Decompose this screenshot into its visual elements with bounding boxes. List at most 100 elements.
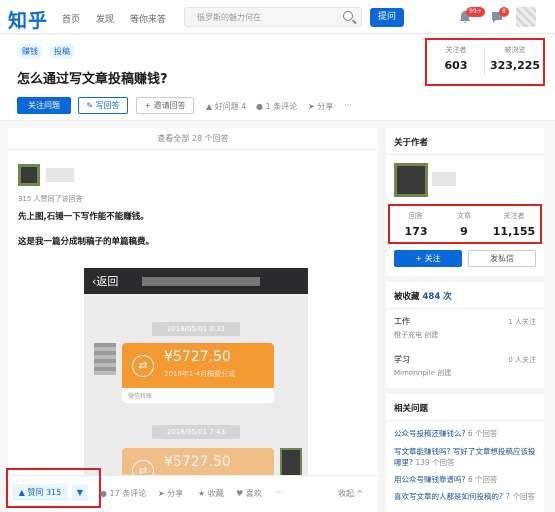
view-all-answers-link[interactable]: 查看全部 28 个回答 xyxy=(8,128,378,150)
divider xyxy=(386,154,544,155)
views-label: 被浏览 xyxy=(504,46,526,54)
related-question-2[interactable]: 写文章能赚钱吗? 写好了文章想投稿应该投哪里? 139 个回答 xyxy=(394,446,542,468)
answer-card: 查看全部 28 个回答 315 人赞同了该回答 先上图,石锤一下写作能不能赚钱。… xyxy=(8,128,378,512)
author-stats-highlight: 回答 173 文章 9 关注者 11,155 xyxy=(388,204,542,244)
write-answer-button[interactable]: ✎ 写回答 xyxy=(78,97,128,114)
share-button[interactable]: ➤ 分享 xyxy=(308,101,333,112)
transfer-note-1: 2018年1-4月稿费分成 xyxy=(164,370,236,378)
collapse-button[interactable]: 收起 ^ xyxy=(338,488,363,499)
user-avatar[interactable] xyxy=(516,7,536,27)
nav-home[interactable]: 首页 xyxy=(62,12,80,25)
comment-button[interactable]: ● 1 条评论 xyxy=(256,101,297,112)
upvote-button[interactable]: ▲ 赞同 315 xyxy=(12,484,68,501)
author-name-blurred[interactable] xyxy=(46,168,74,182)
invite-answer-button[interactable]: + 邀请回答 xyxy=(136,97,194,114)
private-message-button[interactable]: 发私信 xyxy=(468,250,536,267)
about-author-title: 关于作者 xyxy=(394,138,429,148)
collect-label: 收藏 xyxy=(207,489,224,498)
rq4-text: 喜欢写文章的人都是如何投稿的? xyxy=(394,492,503,501)
collection-study-owner: Mimorinpile 创建 xyxy=(394,369,452,377)
screenshot-image: ‹返回 2018/05/01 0:31 ⇄ ¥5727.50 2018年1-4月… xyxy=(84,268,308,508)
transfer-amount-2: ¥5727.50 xyxy=(164,454,231,470)
articles-value: 9 xyxy=(460,225,468,238)
follow-question-button[interactable]: 关注问题 xyxy=(17,97,71,114)
rq2-count: 139 个回答 xyxy=(415,458,455,467)
rq4-count: 7 个回答 xyxy=(505,492,536,501)
collections-card: 被收藏 484 次 工作 1 人关注 橙子充电 创建 学习 0 人关注 Mimo… xyxy=(386,282,544,388)
like-button[interactable]: ♥ 喜欢 xyxy=(236,488,262,499)
related-questions-card: 相关问题 公众号投稿还赚钱么? 6 个回答 写文章能赚钱吗? 写好了文章想投稿应… xyxy=(386,394,544,512)
message-badge: 8 xyxy=(499,7,509,17)
answer-author-avatar[interactable] xyxy=(18,164,40,186)
tag-earn[interactable]: 赚钱 xyxy=(17,44,43,59)
top-bar: 知乎 首页 发现 等你来答 俄罗斯的魅力何在 提问 99+ 8 xyxy=(0,0,555,34)
author-name-blurred-side[interactable] xyxy=(432,172,456,186)
views-value: 323,225 xyxy=(489,59,541,72)
articles-stat[interactable]: 文章 9 xyxy=(446,211,482,238)
question-stats-highlight: 关注者 603 被浏览 323,225 xyxy=(425,38,545,86)
search-input[interactable]: 俄罗斯的魅力何在 xyxy=(184,7,362,27)
rq1-count: 6 个回答 xyxy=(467,429,498,438)
nav-discover[interactable]: 发现 xyxy=(96,12,114,25)
author-followers-stat[interactable]: 关注者 11,155 xyxy=(490,211,538,238)
collection-study-followers: 0 人关注 xyxy=(508,356,536,364)
views-stat: 被浏览 323,225 xyxy=(487,45,543,72)
like-label: 喜欢 xyxy=(245,489,262,498)
follow-author-button[interactable]: + 关注 xyxy=(394,250,462,267)
divider xyxy=(386,420,544,421)
related-question-3[interactable]: 用公众号赚钱靠谱吗? 6 个回答 xyxy=(394,474,542,485)
author-followers-label: 关注者 xyxy=(503,212,525,220)
transfer-amount-1: ¥5727.50 xyxy=(164,349,231,365)
sender-avatar-blurred xyxy=(94,343,116,375)
about-author-card: 关于作者 + 关注 发私信 xyxy=(386,128,544,276)
downvote-button[interactable]: ▼ xyxy=(72,484,88,501)
good-question-button[interactable]: ▲ 好问题 4 xyxy=(206,101,246,112)
collection-work-followers: 1 人关注 xyxy=(508,318,536,326)
collect-button[interactable]: ★ 收藏 xyxy=(198,488,224,499)
comment-label: 1 条评论 xyxy=(265,102,298,111)
collections-count: 484 次 xyxy=(422,292,452,302)
timestamp-1: 2018/05/01 0:31 xyxy=(152,322,240,336)
phone-header: ‹返回 xyxy=(84,268,308,294)
notification-badge: 99+ xyxy=(466,7,485,17)
answer-more-button[interactable]: ··· xyxy=(276,488,284,497)
answers-label: 回答 xyxy=(409,212,423,220)
articles-label: 文章 xyxy=(457,212,471,220)
followers-value: 603 xyxy=(444,59,468,72)
stat-divider xyxy=(484,48,485,76)
answer-share-button[interactable]: ➤ 分享 xyxy=(158,488,183,499)
followers-stat[interactable]: 关注者 603 xyxy=(435,45,477,72)
more-button[interactable]: ··· xyxy=(344,101,352,110)
collections-title: 被收藏 484 次 xyxy=(394,290,452,302)
answer-comment-label: 17 条评论 xyxy=(109,489,147,498)
zhihu-logo[interactable]: 知乎 xyxy=(8,6,48,33)
answers-value: 173 xyxy=(404,225,428,238)
author-followers-value: 11,155 xyxy=(492,225,536,238)
nav-waiting[interactable]: 等你来答 xyxy=(130,12,166,25)
divider xyxy=(386,308,544,309)
author-avatar-large[interactable] xyxy=(394,163,428,197)
collections-title-text: 被收藏 xyxy=(394,292,420,302)
good-question-label: 好问题 4 xyxy=(214,102,247,111)
search-icon[interactable] xyxy=(343,11,353,21)
share-label: 分享 xyxy=(317,102,334,111)
followers-label: 关注者 xyxy=(445,46,467,54)
related-question-1[interactable]: 公众号投稿还赚钱么? 6 个回答 xyxy=(394,428,542,439)
collection-item-work[interactable]: 工作 xyxy=(394,316,410,327)
approve-count: 315 人赞同了该回答 xyxy=(18,195,83,203)
back-text: 返回 xyxy=(96,275,119,288)
related-question-4[interactable]: 喜欢写文章的人都是如何投稿的? 7 个回答 xyxy=(394,491,542,502)
chat-name-blurred xyxy=(142,277,260,286)
timestamp-2: 2018/05/01 7:43 xyxy=(152,425,240,439)
tag-submit[interactable]: 投稿 xyxy=(49,44,75,59)
rq3-text: 用公众号赚钱靠谱吗? xyxy=(394,475,466,484)
wechat-transfer-label: 微信转账 xyxy=(122,388,274,403)
transfer-icon: ⇄ xyxy=(132,355,154,377)
transfer-card-1: ⇄ ¥5727.50 2018年1-4月稿费分成 微信转账 xyxy=(122,343,274,403)
collection-item-study[interactable]: 学习 xyxy=(394,354,410,365)
answer-comment-button[interactable]: ● 17 条评论 xyxy=(100,488,146,499)
search-placeholder: 俄罗斯的魅力何在 xyxy=(197,13,261,22)
question-title: 怎么通过写文章投稿赚钱? xyxy=(17,72,168,87)
answers-stat[interactable]: 回答 173 xyxy=(396,211,436,238)
ask-button[interactable]: 提问 xyxy=(370,8,404,27)
